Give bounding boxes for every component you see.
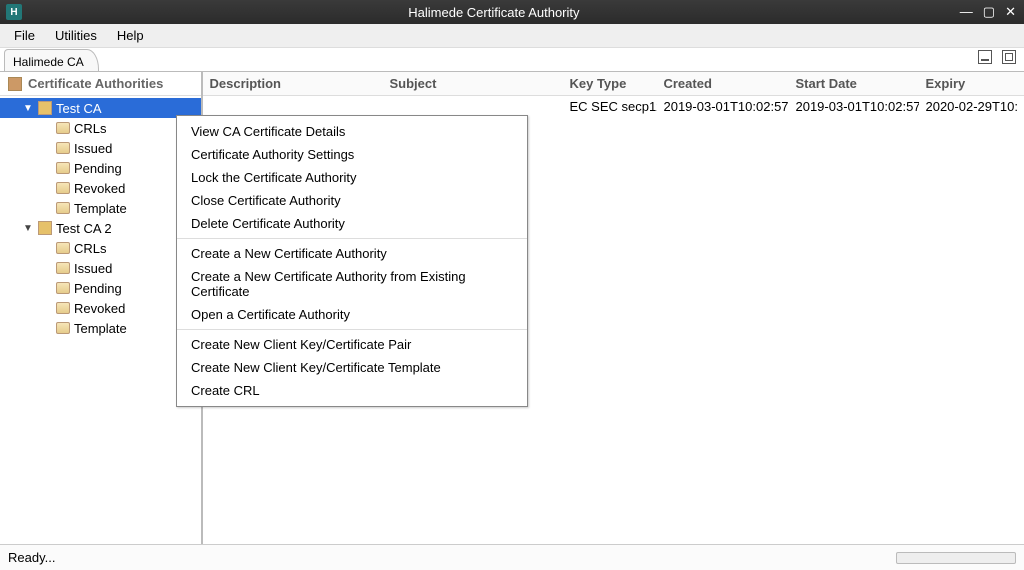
tree-node-label: Pending — [74, 281, 122, 296]
chevron-down-icon[interactable]: ▼ — [22, 103, 34, 114]
menu-file[interactable]: File — [6, 26, 43, 45]
cell-subject — [383, 104, 563, 108]
folder-icon — [56, 182, 70, 194]
col-key-type[interactable]: Key Type — [563, 72, 657, 95]
menu-delete-ca[interactable]: Delete Certificate Authority — [177, 212, 527, 235]
tree-node-label: Template — [74, 321, 127, 336]
menu-close-ca[interactable]: Close Certificate Authority — [177, 189, 527, 212]
tab-halimede-ca[interactable]: Halimede CA — [4, 49, 99, 71]
col-description[interactable]: Description — [203, 72, 383, 95]
tree-node-label: CRLs — [74, 121, 107, 136]
folder-icon — [56, 122, 70, 134]
col-subject[interactable]: Subject — [383, 72, 563, 95]
menu-utilities[interactable]: Utilities — [47, 26, 105, 45]
tree-node-label: Test CA — [56, 101, 102, 116]
folder-icon — [56, 202, 70, 214]
context-menu: View CA Certificate Details Certificate … — [176, 115, 528, 407]
tree-node-issued-2[interactable]: Issued — [0, 258, 201, 278]
menubar: File Utilities Help — [0, 24, 1024, 48]
col-expiry[interactable]: Expiry — [919, 72, 1024, 95]
tree: ▼ Test CA CRLs Issued Pending Revoked Te… — [0, 96, 201, 340]
window-controls: — ▢ ✕ — [960, 4, 1016, 20]
cell-description — [203, 104, 383, 108]
ca-icon — [38, 101, 52, 115]
tree-node-label: Revoked — [74, 301, 125, 316]
view-minimize-icon[interactable] — [978, 50, 992, 64]
tree-node-label: Test CA 2 — [56, 221, 112, 236]
cell-expiry: 2020-02-29T10: — [919, 97, 1024, 116]
tree-panel: Certificate Authorities ▼ Test CA CRLs I… — [0, 72, 203, 544]
tree-node-crls-2[interactable]: CRLs — [0, 238, 201, 258]
separator — [177, 329, 527, 330]
separator — [177, 238, 527, 239]
folder-icon — [56, 262, 70, 274]
view-controls — [978, 50, 1016, 64]
folder-icon — [56, 142, 70, 154]
tree-node-pending[interactable]: Pending — [0, 158, 201, 178]
col-start-date[interactable]: Start Date — [789, 72, 919, 95]
tree-node-label: Revoked — [74, 181, 125, 196]
tree-header-label: Certificate Authorities — [28, 76, 163, 91]
menu-create-new-ca[interactable]: Create a New Certificate Authority — [177, 242, 527, 265]
view-maximize-icon[interactable] — [1002, 50, 1016, 64]
menu-lock-ca[interactable]: Lock the Certificate Authority — [177, 166, 527, 189]
folder-icon — [56, 302, 70, 314]
status-text: Ready... — [8, 550, 55, 565]
maximize-icon[interactable]: ▢ — [983, 4, 995, 20]
certificate-authorities-icon — [8, 77, 22, 91]
tree-node-template-2[interactable]: Template — [0, 318, 201, 338]
tree-node-label: CRLs — [74, 241, 107, 256]
statusbar: Ready... — [0, 544, 1024, 570]
minimize-icon[interactable]: — — [960, 4, 973, 20]
tree-node-test-ca[interactable]: ▼ Test CA — [0, 98, 201, 118]
cell-start-date: 2019-03-01T10:02:57.0 — [789, 97, 919, 116]
menu-create-new-ca-existing[interactable]: Create a New Certificate Authority from … — [177, 265, 527, 303]
cell-created: 2019-03-01T10:02:57.0 — [657, 97, 789, 116]
close-icon[interactable]: ✕ — [1005, 4, 1016, 20]
tree-node-test-ca-2[interactable]: ▼ Test CA 2 — [0, 218, 201, 238]
window-title: Halimede Certificate Authority — [28, 5, 960, 20]
menu-open-ca[interactable]: Open a Certificate Authority — [177, 303, 527, 326]
menu-new-client-template[interactable]: Create New Client Key/Certificate Templa… — [177, 356, 527, 379]
chevron-down-icon[interactable]: ▼ — [22, 223, 34, 234]
tree-node-issued[interactable]: Issued — [0, 138, 201, 158]
folder-icon — [56, 242, 70, 254]
menu-help[interactable]: Help — [109, 26, 152, 45]
table-header: Description Subject Key Type Created Sta… — [203, 72, 1024, 96]
tree-node-template[interactable]: Template — [0, 198, 201, 218]
table-row[interactable]: EC SEC secp128r1 2019-03-01T10:02:57.0 2… — [203, 96, 1024, 116]
tab-row: Halimede CA — [0, 48, 1024, 72]
tree-node-label: Issued — [74, 141, 112, 156]
folder-icon — [56, 322, 70, 334]
tree-node-revoked[interactable]: Revoked — [0, 178, 201, 198]
tree-node-label: Pending — [74, 161, 122, 176]
folder-icon — [56, 162, 70, 174]
cell-key-type: EC SEC secp128r1 — [563, 97, 657, 116]
titlebar: H Halimede Certificate Authority — ▢ ✕ — [0, 0, 1024, 24]
folder-icon — [56, 282, 70, 294]
tree-node-crls[interactable]: CRLs — [0, 118, 201, 138]
tree-header: Certificate Authorities — [0, 72, 201, 96]
tree-node-pending-2[interactable]: Pending — [0, 278, 201, 298]
col-created[interactable]: Created — [657, 72, 789, 95]
progress-bar — [896, 552, 1016, 564]
tree-node-revoked-2[interactable]: Revoked — [0, 298, 201, 318]
menu-new-client-keypair[interactable]: Create New Client Key/Certificate Pair — [177, 333, 527, 356]
menu-create-crl[interactable]: Create CRL — [177, 379, 527, 402]
tree-node-label: Issued — [74, 261, 112, 276]
menu-ca-settings[interactable]: Certificate Authority Settings — [177, 143, 527, 166]
ca-icon — [38, 221, 52, 235]
menu-view-ca-details[interactable]: View CA Certificate Details — [177, 120, 527, 143]
tree-node-label: Template — [74, 201, 127, 216]
app-icon: H — [6, 4, 22, 20]
